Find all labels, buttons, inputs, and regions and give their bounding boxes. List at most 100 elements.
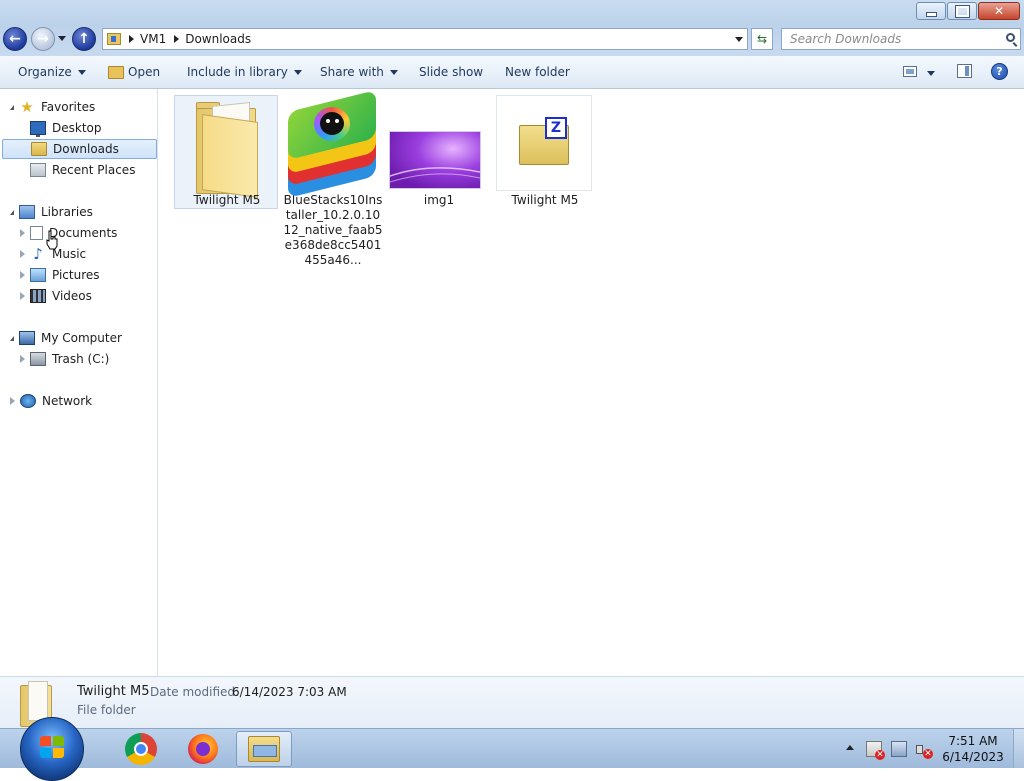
slide-show-button[interactable]: Slide show — [419, 65, 483, 79]
file-item-image[interactable]: img1 — [386, 95, 492, 208]
sidebar-item-my-computer[interactable]: My Computer — [10, 328, 122, 348]
details-file-name: Twilight M5 — [77, 684, 150, 699]
expanded-icon[interactable] — [10, 335, 14, 341]
search-icon[interactable] — [1006, 33, 1015, 42]
windows-explorer-icon — [248, 736, 280, 762]
up-button[interactable]: ↑ — [72, 27, 96, 51]
sidebar-item-documents[interactable]: Documents — [20, 223, 117, 243]
file-item-archive[interactable]: Z Twilight M5 — [492, 95, 598, 208]
breadcrumb-downloads[interactable]: Downloads — [185, 32, 251, 46]
sidebar-item-recent-places[interactable]: Recent Places — [30, 160, 135, 180]
view-options-dropdown-icon[interactable] — [927, 71, 935, 76]
up-arrow-icon: ↑ — [78, 31, 90, 47]
details-date-modified-value: 6/14/2023 7:03 AM — [232, 685, 347, 699]
action-center-icon[interactable] — [866, 741, 885, 760]
details-pane: Twilight M5 Date modified: 6/14/2023 7:0… — [0, 676, 1024, 728]
sidebar-item-desktop[interactable]: Desktop — [30, 118, 102, 138]
file-item-folder[interactable]: Twilight M5 — [174, 95, 280, 209]
minimize-icon — [925, 11, 937, 17]
sidebar-item-libraries[interactable]: Libraries — [10, 202, 93, 222]
expanded-icon[interactable] — [10, 209, 14, 215]
taskbar-chrome[interactable] — [113, 731, 169, 767]
start-button[interactable] — [20, 717, 86, 781]
compressed-folder-icon: Z — [519, 117, 569, 165]
file-name: img1 — [423, 193, 455, 207]
firefox-icon — [188, 734, 218, 764]
chevron-down-icon — [293, 69, 302, 75]
share-with-label: Share with — [320, 65, 384, 79]
details-file-type: File folder — [77, 703, 136, 717]
sidebar-item-favorites[interactable]: ★ Favorites — [10, 97, 95, 117]
collapsed-icon[interactable] — [20, 229, 25, 237]
collapsed-icon[interactable] — [10, 397, 15, 405]
volume-muted-icon[interactable] — [915, 741, 933, 759]
organize-label: Organize — [18, 65, 72, 79]
close-button[interactable]: ✕ — [978, 2, 1020, 20]
organize-button[interactable]: Organize — [18, 65, 86, 79]
computer-icon — [19, 331, 35, 345]
minimize-button[interactable] — [916, 2, 946, 20]
forward-button[interactable]: → — [31, 27, 55, 51]
show-desktop-button[interactable] — [1013, 729, 1024, 768]
include-in-library-label: Include in library — [187, 65, 288, 79]
command-bar: Organize Open Include in library Share w… — [0, 56, 1024, 89]
collapsed-icon[interactable] — [20, 271, 25, 279]
light-streaks-graphic — [390, 167, 480, 183]
hard-drive-icon — [30, 352, 46, 366]
file-thumbnail — [280, 90, 384, 198]
breadcrumb-vm1[interactable]: VM1 — [140, 32, 166, 46]
file-name: Twilight M5 — [193, 193, 261, 207]
include-in-library-button[interactable]: Include in library — [187, 65, 302, 79]
restore-button[interactable] — [947, 2, 977, 20]
sidebar-item-downloads[interactable]: Downloads — [2, 139, 157, 159]
network-globe-icon — [20, 394, 36, 408]
title-bar: ✕ — [0, 0, 1024, 24]
search-box[interactable] — [781, 28, 1021, 50]
sidebar-item-pictures[interactable]: Pictures — [20, 265, 100, 285]
sidebar-item-trash-drive[interactable]: Trash (C:) — [20, 349, 109, 369]
address-history-dropdown-icon[interactable] — [735, 37, 743, 42]
sidebar-item-label: Pictures — [52, 268, 100, 282]
sidebar-item-label: Recent Places — [52, 163, 136, 177]
details-date-modified-label: Date modified: — [150, 685, 240, 699]
open-folder-icon — [108, 65, 124, 79]
preview-pane-icon[interactable] — [957, 64, 972, 78]
clock-date: 6/14/2023 — [942, 750, 1004, 764]
show-hidden-icons-icon[interactable] — [846, 745, 854, 750]
expanded-icon[interactable] — [10, 104, 14, 110]
taskbar-firefox[interactable] — [175, 731, 231, 767]
breadcrumb-separator-icon[interactable] — [174, 35, 180, 43]
breadcrumb-separator-icon[interactable] — [129, 35, 134, 43]
sidebar-item-videos[interactable]: Videos — [20, 286, 92, 306]
taskbar: 7:51 AM 6/14/2023 — [0, 717, 1024, 781]
change-view-icon[interactable] — [903, 66, 917, 77]
file-thumbnail — [386, 95, 490, 191]
collapsed-icon[interactable] — [20, 292, 25, 300]
system-clock[interactable]: 7:51 AM 6/14/2023 — [938, 733, 1008, 765]
recent-places-icon — [30, 163, 46, 177]
refresh-icon: ⇆ — [756, 32, 768, 46]
new-folder-button[interactable]: New folder — [505, 65, 570, 79]
taskbar-windows-explorer[interactable] — [236, 731, 292, 767]
back-button[interactable]: ← — [3, 27, 27, 51]
open-label: Open — [128, 65, 161, 79]
new-folder-label: New folder — [505, 65, 570, 79]
clock-time: 7:51 AM — [948, 734, 998, 748]
collapsed-icon[interactable] — [20, 250, 25, 258]
recent-pages-dropdown-icon[interactable] — [58, 36, 66, 41]
sidebar-item-label: Libraries — [41, 205, 93, 219]
downloads-folder-icon — [31, 142, 47, 156]
address-bar[interactable]: VM1 Downloads — [102, 28, 748, 50]
sidebar-item-network[interactable]: Network — [10, 391, 92, 411]
help-icon[interactable]: ? — [991, 63, 1008, 80]
collapsed-icon[interactable] — [20, 355, 25, 363]
search-input[interactable] — [788, 31, 1002, 47]
share-with-button[interactable]: Share with — [320, 65, 398, 79]
star-icon: ★ — [20, 98, 34, 116]
file-item-installer[interactable]: BlueStacks10Installer_10.2.0.1012_native… — [280, 90, 386, 268]
network-status-icon[interactable] — [891, 741, 907, 757]
file-thumbnail: Z — [492, 95, 596, 191]
refresh-button[interactable]: ⇆ — [751, 28, 773, 50]
sidebar-item-label: Documents — [49, 226, 118, 240]
open-button[interactable]: Open — [108, 65, 160, 79]
